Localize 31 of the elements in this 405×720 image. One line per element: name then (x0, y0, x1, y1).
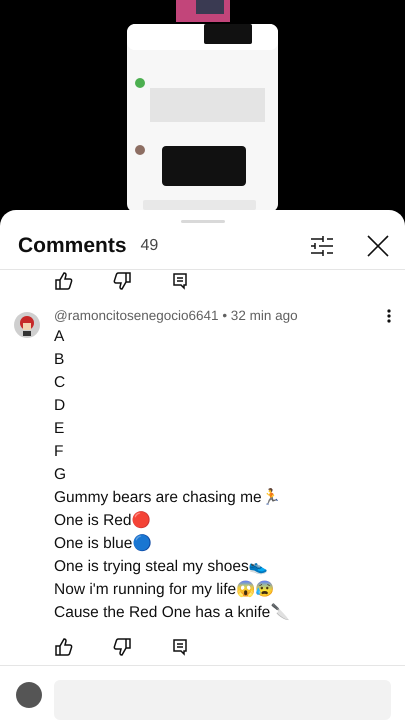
close-icon (367, 234, 389, 257)
comment-line: A (54, 326, 66, 347)
comment-line: Cause the Red One has a knife🔪 (54, 602, 290, 623)
avatar (14, 312, 40, 338)
comment-line: Gummy bears are chasing me🏃 (54, 487, 282, 508)
comment-line: C (54, 372, 66, 393)
comment-line: Now i'm running for my life😱😰 (54, 580, 276, 600)
comment-line: F (54, 442, 64, 462)
like-button[interactable] (54, 637, 74, 658)
dislike-icon (112, 637, 132, 658)
like-icon (54, 637, 74, 658)
close-button[interactable] (365, 232, 391, 259)
sheet-title: Comments (18, 234, 127, 258)
comment-count: 49 (140, 236, 160, 255)
dislike-button[interactable] (112, 637, 132, 658)
dislike-button[interactable] (112, 271, 132, 292)
comment-line: One is Red🔴 (54, 510, 152, 531)
drag-handle[interactable] (180, 220, 224, 224)
comment-line: G (54, 464, 68, 485)
comment-line: One is blue🔵 (54, 533, 152, 554)
more-icon[interactable] (387, 308, 391, 323)
dislike-icon (112, 271, 132, 292)
like-button[interactable] (54, 271, 74, 292)
like-icon (54, 271, 74, 292)
avatar (16, 682, 42, 708)
comment-line: One is trying steal my shoes👟 (54, 556, 269, 577)
comment-line: E (54, 418, 66, 439)
comment-meta: @ramoncitosenegocio6641 • 32 min ago (54, 306, 299, 325)
comment-line: D (54, 396, 66, 416)
comment-line: B (54, 350, 66, 370)
sliders-icon (311, 236, 333, 256)
